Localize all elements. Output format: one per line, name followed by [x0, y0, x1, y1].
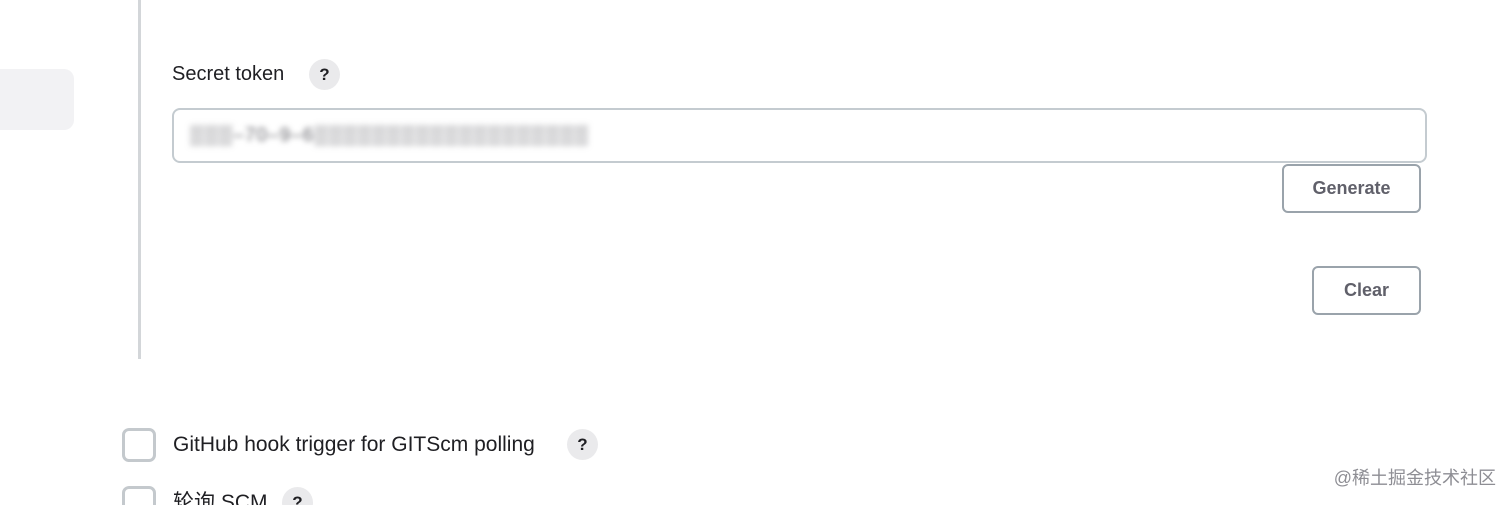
watermark: @稀土掘金技术社区 [1333, 468, 1496, 488]
secret-token-help-icon[interactable]: ? [309, 59, 340, 90]
clear-button[interactable]: Clear [1312, 266, 1421, 315]
sidebar-tab[interactable] [0, 69, 74, 130]
poll-scm-help-icon[interactable]: ? [282, 487, 313, 505]
github-hook-trigger-checkbox[interactable] [122, 428, 156, 462]
poll-scm-label: 轮询 SCM [173, 491, 268, 505]
secret-token-value: ▒▒▒‒70‒9‒6▒▒▒▒▒▒▒▒▒▒▒▒▒▒▒▒▒▒▒ [190, 125, 590, 146]
secret-token-input[interactable]: ▒▒▒‒70‒9‒6▒▒▒▒▒▒▒▒▒▒▒▒▒▒▒▒▒▒▒ [172, 108, 1427, 163]
github-hook-trigger-label: GitHub hook trigger for GITScm polling [173, 433, 535, 456]
section-divider [138, 0, 141, 359]
poll-scm-checkbox[interactable] [122, 486, 156, 505]
github-hook-trigger-help-icon[interactable]: ? [567, 429, 598, 460]
secret-token-label: Secret token [172, 63, 285, 85]
generate-button[interactable]: Generate [1282, 164, 1421, 213]
page: Secret token ? ▒▒▒‒70‒9‒6▒▒▒▒▒▒▒▒▒▒▒▒▒▒▒… [0, 0, 1512, 505]
